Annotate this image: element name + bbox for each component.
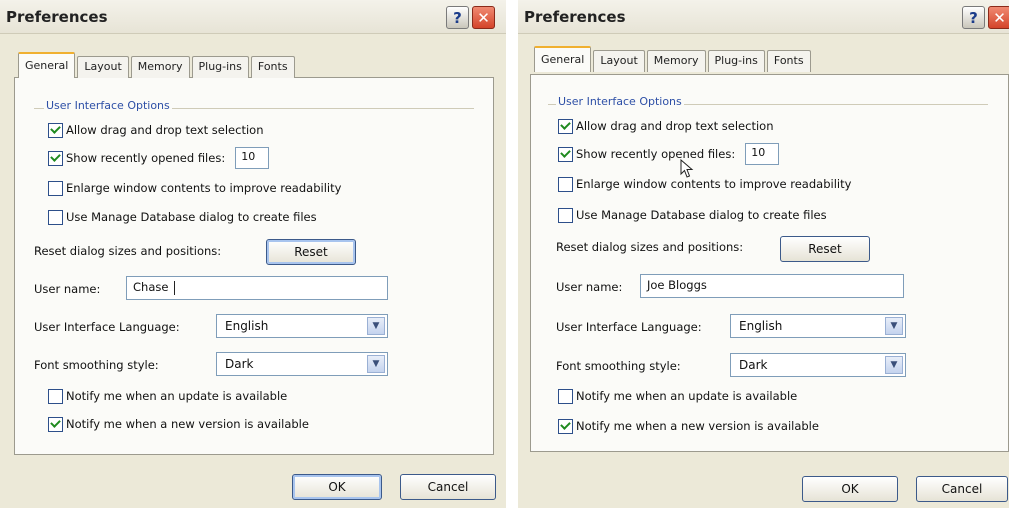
recent-count-input[interactable]: 10 <box>745 143 780 165</box>
font-smoothing-value: Dark <box>739 358 768 372</box>
dialog-title: Preferences <box>6 8 108 26</box>
recent-count-input[interactable]: 10 <box>235 147 270 169</box>
tab-layout[interactable]: Layout <box>77 56 129 78</box>
language-value: English <box>225 319 269 333</box>
language-label: User Interface Language: <box>34 320 180 334</box>
reset-button[interactable]: Reset <box>266 239 356 265</box>
manage-db-label: Use Manage Database dialog to create fil… <box>576 208 827 222</box>
allow-drag-checkbox[interactable] <box>48 122 63 138</box>
notify-update-label: Notify me when an update is available <box>66 389 288 403</box>
cancel-button[interactable]: Cancel <box>400 474 496 500</box>
question-icon: ? <box>969 8 978 27</box>
question-icon: ? <box>453 8 462 27</box>
language-select[interactable]: English ▼ <box>730 314 906 338</box>
font-smoothing-select[interactable]: Dark ▼ <box>730 353 906 377</box>
tab-general[interactable]: General <box>18 52 76 78</box>
reset-button[interactable]: Reset <box>780 236 870 262</box>
language-value: English <box>739 319 783 333</box>
help-button[interactable]: ? <box>962 6 985 29</box>
notify-update-checkbox[interactable] <box>48 388 63 404</box>
allow-drag-label: Allow drag and drop text selection <box>66 123 264 137</box>
close-button[interactable]: ✕ <box>472 6 495 29</box>
username-value: Chase <box>133 280 169 294</box>
notify-version-checkbox[interactable] <box>48 416 63 432</box>
username-label: User name: <box>556 280 623 294</box>
notify-update-checkbox[interactable] <box>558 388 573 404</box>
close-icon: ✕ <box>477 8 490 27</box>
option-notify-version[interactable]: Notify me when a new version is availabl… <box>558 416 819 436</box>
cancel-button[interactable]: Cancel <box>916 476 1008 502</box>
enlarge-label: Enlarge window contents to improve reada… <box>66 181 342 195</box>
font-smoothing-select[interactable]: Dark ▼ <box>216 352 388 376</box>
tab-fonts[interactable]: Fonts <box>250 56 295 78</box>
tab-strip: General Layout Memory Plug-ins Fonts <box>18 52 297 78</box>
option-notify-update[interactable]: Notify me when an update is available <box>48 386 287 406</box>
group-label: User Interface Options <box>556 95 684 108</box>
reset-label: Reset dialog sizes and positions: <box>34 244 222 258</box>
tab-layout[interactable]: Layout <box>593 50 645 72</box>
tab-fonts[interactable]: Fonts <box>766 50 811 72</box>
allow-drag-label: Allow drag and drop text selection <box>576 119 774 133</box>
option-manage-db[interactable]: Use Manage Database dialog to create fil… <box>48 207 317 227</box>
group-label: User Interface Options <box>44 99 172 112</box>
option-allow-drag[interactable]: Allow drag and drop text selection <box>558 116 773 136</box>
ok-button[interactable]: OK <box>292 474 382 500</box>
tab-plugins[interactable]: Plug-ins <box>191 56 249 78</box>
title-bar: Preferences ? ✕ <box>518 0 1009 34</box>
language-label: User Interface Language: <box>556 320 702 334</box>
option-enlarge[interactable]: Enlarge window contents to improve reada… <box>558 174 851 194</box>
font-smoothing-value: Dark <box>225 357 254 371</box>
tab-plugins[interactable]: Plug-ins <box>707 50 765 72</box>
option-show-recent[interactable]: Show recently opened files: 10 <box>558 143 780 165</box>
option-notify-version[interactable]: Notify me when a new version is availabl… <box>48 414 309 434</box>
tab-strip: General Layout Memory Plug-ins Fonts <box>534 46 813 72</box>
tab-general[interactable]: General <box>534 46 592 72</box>
font-smoothing-label: Font smoothing style: <box>556 359 681 373</box>
tab-memory[interactable]: Memory <box>646 50 706 72</box>
enlarge-label: Enlarge window contents to improve reada… <box>576 177 852 191</box>
font-smoothing-label: Font smoothing style: <box>34 358 159 372</box>
allow-drag-checkbox[interactable] <box>558 118 573 134</box>
chevron-down-icon[interactable]: ▼ <box>367 317 385 335</box>
notify-update-label: Notify me when an update is available <box>576 389 798 403</box>
manage-db-checkbox[interactable] <box>48 209 63 225</box>
chevron-down-icon[interactable]: ▼ <box>367 355 385 373</box>
option-notify-update[interactable]: Notify me when an update is available <box>558 386 797 406</box>
username-value: Joe Bloggs <box>647 278 707 292</box>
close-icon: ✕ <box>993 8 1006 27</box>
preferences-dialog-right: Preferences ? ✕ General Layout Memory Pl… <box>518 0 1009 508</box>
title-bar: Preferences ? ✕ <box>0 0 506 34</box>
chevron-down-icon[interactable]: ▼ <box>885 317 903 335</box>
reset-label: Reset dialog sizes and positions: <box>556 240 744 254</box>
enlarge-checkbox[interactable] <box>558 176 573 192</box>
dialog-title: Preferences <box>524 8 626 26</box>
help-button[interactable]: ? <box>446 6 469 29</box>
chevron-down-icon[interactable]: ▼ <box>885 356 903 374</box>
tab-memory[interactable]: Memory <box>130 56 190 78</box>
language-select[interactable]: English ▼ <box>216 314 388 338</box>
manage-db-label: Use Manage Database dialog to create fil… <box>66 210 317 224</box>
option-enlarge[interactable]: Enlarge window contents to improve reada… <box>48 178 341 198</box>
notify-version-label: Notify me when a new version is availabl… <box>66 417 309 431</box>
show-recent-checkbox[interactable] <box>48 150 63 166</box>
option-show-recent[interactable]: Show recently opened files: 10 <box>48 147 270 169</box>
mouse-pointer-icon <box>680 159 694 178</box>
close-button[interactable]: ✕ <box>988 6 1009 29</box>
preferences-dialog-left: Preferences ? ✕ General Layout Memory Pl… <box>0 0 506 508</box>
notify-version-label: Notify me when a new version is availabl… <box>576 419 819 433</box>
show-recent-checkbox[interactable] <box>558 146 573 162</box>
enlarge-checkbox[interactable] <box>48 180 63 196</box>
option-manage-db[interactable]: Use Manage Database dialog to create fil… <box>558 205 827 225</box>
text-cursor-icon <box>174 280 176 295</box>
manage-db-checkbox[interactable] <box>558 207 573 223</box>
notify-version-checkbox[interactable] <box>558 418 573 434</box>
username-input[interactable]: Chase <box>126 276 388 300</box>
username-label: User name: <box>34 282 101 296</box>
show-recent-label: Show recently opened files: <box>576 147 736 161</box>
show-recent-label: Show recently opened files: <box>66 151 226 165</box>
option-allow-drag[interactable]: Allow drag and drop text selection <box>48 120 263 140</box>
username-input[interactable]: Joe Bloggs <box>640 274 904 298</box>
ok-button[interactable]: OK <box>802 476 898 502</box>
